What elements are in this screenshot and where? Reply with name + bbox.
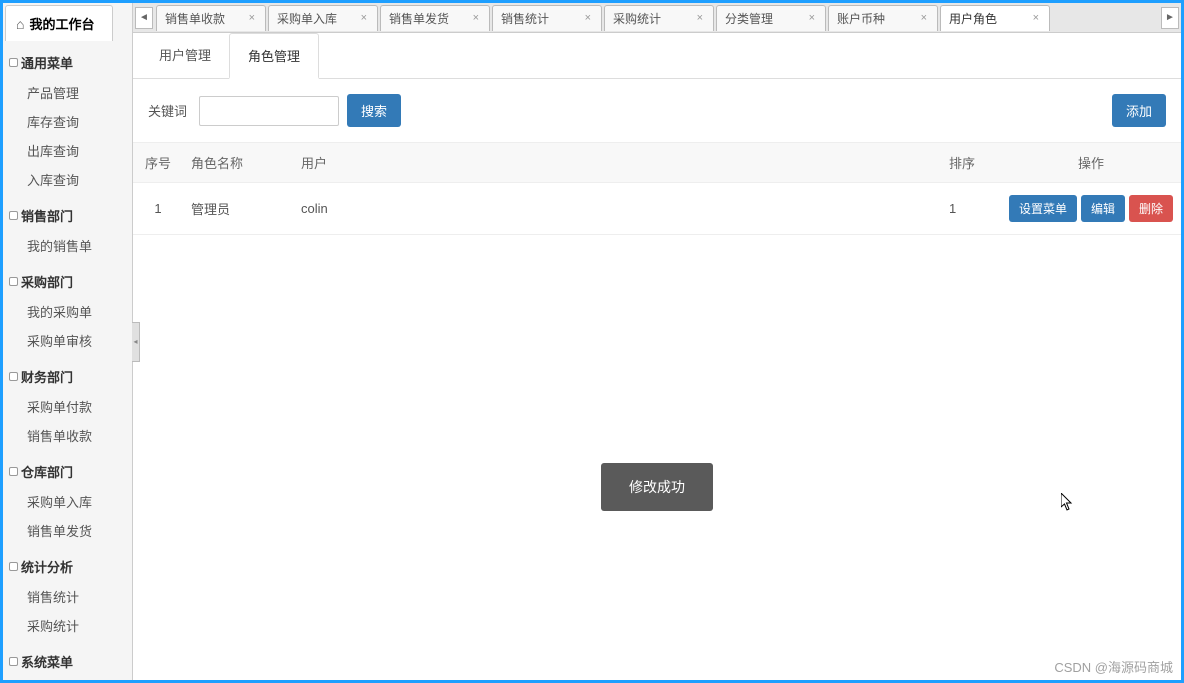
table-row: 1管理员colin1设置菜单编辑删除 — [133, 183, 1181, 235]
th-sort: 排序 — [941, 143, 1001, 183]
menu-item[interactable]: 销售单收款 — [3, 421, 132, 450]
th-user: 用户 — [293, 143, 941, 183]
delete-button[interactable]: 删除 — [1129, 195, 1173, 222]
edit-button[interactable]: 编辑 — [1081, 195, 1125, 222]
menu-header[interactable]: 财务部门 — [3, 361, 132, 392]
close-icon[interactable]: × — [1031, 12, 1041, 24]
tab-label: 用户角色 — [949, 10, 997, 27]
tab-label: 销售单收款 — [165, 10, 225, 27]
close-icon[interactable]: × — [583, 12, 593, 24]
add-button[interactable]: 添加 — [1112, 94, 1166, 127]
menu-item[interactable]: 出库查询 — [3, 136, 132, 165]
keyword-label: 关键词 — [148, 101, 187, 120]
menu-item[interactable]: 我的采购单 — [3, 297, 132, 326]
th-op: 操作 — [1001, 143, 1181, 183]
cell-seq: 1 — [133, 183, 183, 235]
tab[interactable]: 销售统计 × — [492, 5, 602, 31]
tab[interactable]: 采购统计 × — [604, 5, 714, 31]
th-name: 角色名称 — [183, 143, 293, 183]
search-input[interactable] — [199, 96, 339, 126]
home-icon: ⌂ — [16, 16, 24, 32]
tabs-scroll-left[interactable]: ◄ — [135, 7, 153, 29]
menu-header[interactable]: 统计分析 — [3, 551, 132, 582]
tab[interactable]: 账户币种 × — [828, 5, 938, 31]
cell-name: 管理员 — [183, 183, 293, 235]
menu-header[interactable]: 系统菜单 — [3, 646, 132, 677]
menu-item[interactable]: 库存查询 — [3, 107, 132, 136]
tabs-bar: ◄ 销售单收款 × 采购单入库 × 销售单发货 × 销售统计 × 采购统计 × 分类管理 × 账户币种 ×… — [133, 3, 1181, 33]
tab-label: 销售单发货 — [389, 10, 449, 27]
sub-tabs: 用户管理角色管理 — [133, 33, 1181, 79]
menu-item[interactable]: 销售单发货 — [3, 516, 132, 545]
menu-item[interactable]: 采购单入库 — [3, 487, 132, 516]
tab-label: 分类管理 — [725, 10, 773, 27]
menu-item[interactable]: 产品管理 — [3, 78, 132, 107]
tab-label: 采购统计 — [613, 10, 661, 27]
tab[interactable]: 分类管理 × — [716, 5, 826, 31]
close-icon[interactable]: × — [695, 12, 705, 24]
sub-tab[interactable]: 用户管理 — [141, 33, 229, 78]
tab[interactable]: 采购单入库 × — [268, 5, 378, 31]
cell-sort: 1 — [941, 183, 1001, 235]
tab-label: 采购单入库 — [277, 10, 337, 27]
close-icon[interactable]: × — [471, 12, 481, 24]
search-button[interactable]: 搜索 — [347, 94, 401, 127]
menu-item[interactable]: 采购统计 — [3, 611, 132, 640]
toolbar: 关键词 搜索 添加 — [133, 79, 1181, 143]
content-area: ◂ ◄ 销售单收款×采购单入库×销售单发货×销售统计×采购统计×分类管理×账户币… — [133, 3, 1181, 680]
tab-label: 销售统计 — [501, 10, 549, 27]
tab[interactable]: 用户角色 × — [940, 5, 1050, 31]
menu-item[interactable]: 采购单审核 — [3, 326, 132, 355]
menu-item[interactable]: 分类管理 — [3, 677, 132, 680]
menu-header[interactable]: 采购部门 — [3, 266, 132, 297]
workbench-title: 我的工作台 — [29, 14, 94, 33]
tabs-scroll-right[interactable]: ► — [1161, 7, 1179, 29]
tab-label: 账户币种 — [837, 10, 885, 27]
menu-item[interactable]: 我的销售单 — [3, 231, 132, 260]
close-icon[interactable]: × — [807, 12, 817, 24]
cell-user: colin — [293, 183, 941, 235]
menu-header[interactable]: 仓库部门 — [3, 456, 132, 487]
tab[interactable]: 销售单收款 × — [156, 5, 266, 31]
menu-header[interactable]: 销售部门 — [3, 200, 132, 231]
sub-tab[interactable]: 角色管理 — [229, 33, 319, 79]
close-icon[interactable]: × — [247, 12, 257, 24]
role-table: 序号 角色名称 用户 排序 操作 1管理员colin1设置菜单编辑删除 — [133, 143, 1181, 235]
tab[interactable]: 销售单发货 × — [380, 5, 490, 31]
close-icon[interactable]: × — [919, 12, 929, 24]
close-icon[interactable]: × — [359, 12, 369, 24]
sidebar-collapse-handle[interactable]: ◂ — [132, 322, 140, 362]
th-seq: 序号 — [133, 143, 183, 183]
menu-header[interactable]: 通用菜单 — [3, 47, 132, 78]
main-panel: 用户管理角色管理 关键词 搜索 添加 序号 角色名称 用户 排序 操作 — [133, 33, 1181, 680]
workbench-tab[interactable]: ⌂ 我的工作台 — [5, 5, 113, 41]
menu-item[interactable]: 采购单付款 — [3, 392, 132, 421]
toast-message: 修改成功 — [601, 463, 713, 511]
sidebar: ⌂ 我的工作台 通用菜单产品管理库存查询出库查询入库查询销售部门我的销售单采购部… — [3, 3, 133, 680]
menu-item[interactable]: 销售统计 — [3, 582, 132, 611]
menu-item[interactable]: 入库查询 — [3, 165, 132, 194]
set-menu-button[interactable]: 设置菜单 — [1009, 195, 1077, 222]
